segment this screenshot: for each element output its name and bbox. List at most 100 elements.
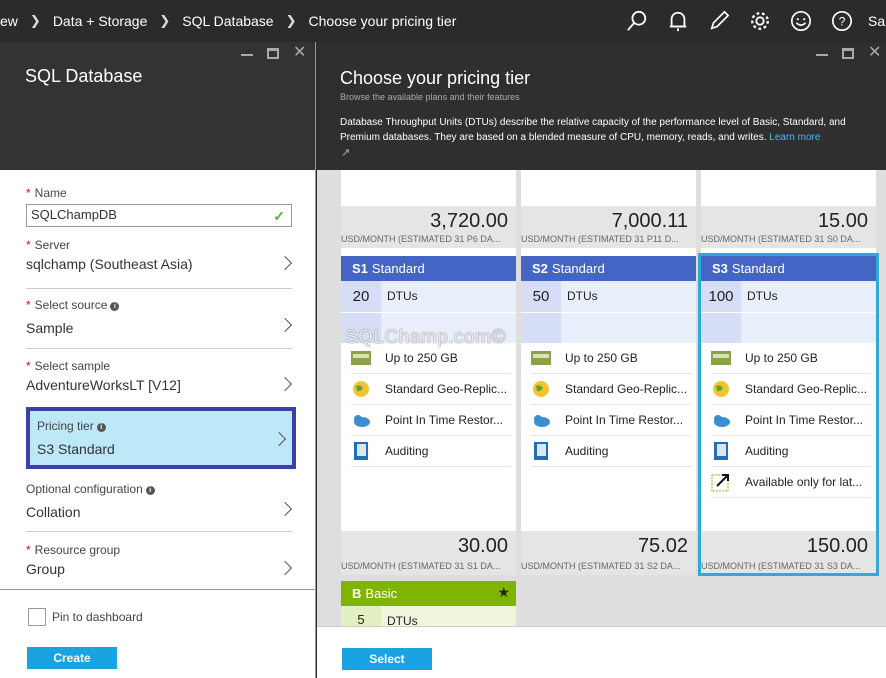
breadcrumb-item-data-storage[interactable]: Data + Storage xyxy=(53,13,148,29)
settings-gear-icon[interactable] xyxy=(739,0,780,42)
storage-icon xyxy=(711,348,731,368)
auditing-book-icon xyxy=(531,441,551,461)
pricing-card-s3[interactable]: 15.00 USD/MONTH (ESTIMATED 31 S0 DA... S… xyxy=(701,170,876,575)
pricing-card-basic[interactable]: B Basic ★ 5 DTUs xyxy=(341,581,516,626)
dtu-value: 20 xyxy=(341,281,381,312)
name-label: * Name xyxy=(26,186,67,200)
minimize-icon[interactable] xyxy=(816,46,828,56)
name-input[interactable]: SQLChampDB ✓ xyxy=(26,204,292,227)
tier-header: B Basic ★ xyxy=(341,581,516,606)
dtu-description: Database Throughput Units (DTUs) describ… xyxy=(340,117,846,143)
tier-header: S2 Standard xyxy=(521,256,696,281)
cloud-restore-icon xyxy=(531,410,551,430)
blade-header: SQL Database ✕ xyxy=(0,42,315,170)
breadcrumb-item-browse[interactable]: ew xyxy=(0,13,18,29)
watermark: SQLChamp.com© xyxy=(345,327,506,348)
pin-label: Pin to dashboard xyxy=(52,610,143,624)
feature-auditing: Auditing xyxy=(711,436,871,467)
user-account[interactable]: Sa xyxy=(862,13,886,29)
dtu-label: DTUs xyxy=(387,289,418,303)
info-icon[interactable]: i xyxy=(145,486,155,495)
name-field: * Name SQLChampDB ✓ xyxy=(26,186,292,227)
close-icon[interactable]: ✕ xyxy=(868,45,881,61)
cloud-restore-icon xyxy=(711,410,731,430)
info-icon[interactable]: i xyxy=(110,302,120,311)
blade-title: Choose your pricing tier xyxy=(340,68,531,88)
select-sample-selector[interactable]: * Select sample AdventureWorksLT [V12] xyxy=(26,359,293,393)
price-unit: USD/MONTH (ESTIMATED 31 S3 DA... xyxy=(701,561,861,571)
resource-group-selector[interactable]: * Resource group Group xyxy=(26,543,293,577)
feature-auditing: Auditing xyxy=(531,436,691,467)
pricing-card-s1[interactable]: 3,720.00 USD/MONTH (ESTIMATED 31 P6 DA..… xyxy=(341,170,516,575)
breadcrumb-separator-icon: ❯ xyxy=(29,13,41,28)
feature-point-in-time-restore: Point In Time Restor... xyxy=(711,405,871,436)
dtu-label: DTUs xyxy=(567,289,598,303)
breadcrumb-separator-icon: ❯ xyxy=(285,13,297,28)
resource-group-value: Group xyxy=(26,561,65,577)
create-button[interactable]: Create xyxy=(27,647,117,669)
dtu-value: 100 xyxy=(701,281,741,312)
select-source-selector[interactable]: * Select source i Sample xyxy=(26,298,293,336)
price-unit: USD/MONTH (ESTIMATED 31 S0 DA... xyxy=(701,234,861,244)
server-value: sqlchamp (Southeast Asia) xyxy=(26,256,193,272)
recommended-star-icon: ★ xyxy=(497,584,510,600)
feature-geo-replication: Standard Geo-Replic... xyxy=(351,374,511,405)
optional-configuration-selector[interactable]: Optional configuration i Collation xyxy=(26,482,293,520)
globe-icon xyxy=(351,379,371,399)
price-value: 7,000.11 xyxy=(611,210,688,232)
sql-database-blade: SQL Database ✕ * Name SQLChampDB ✓ * Serve… xyxy=(0,42,316,678)
minimize-icon[interactable] xyxy=(241,46,253,56)
dtu-value: 50 xyxy=(521,281,561,312)
maximize-icon[interactable] xyxy=(267,48,279,59)
edit-pencil-icon[interactable] xyxy=(698,0,739,42)
price-unit: USD/MONTH (ESTIMATED 31 S2 DA... xyxy=(521,561,681,571)
breadcrumb-item-sql-database[interactable]: SQL Database xyxy=(182,13,273,29)
valid-check-icon: ✓ xyxy=(273,208,285,224)
maximize-icon[interactable] xyxy=(842,48,854,59)
storage-icon xyxy=(531,348,551,368)
price-value: 75.02 xyxy=(637,535,688,557)
feature-geo-replication: Standard Geo-Replic... xyxy=(711,374,871,405)
server-selector[interactable]: * Server sqlchamp (Southeast Asia) xyxy=(26,238,293,272)
dtu-label: DTUs xyxy=(747,289,778,303)
pricing-tier-blade: Choose your pricing tier Browse the avai… xyxy=(317,42,886,678)
price-value: 30.00 xyxy=(457,535,508,557)
price-value: 3,720.00 xyxy=(430,210,508,232)
feedback-smiley-icon[interactable] xyxy=(780,0,821,42)
feature-point-in-time-restore: Point In Time Restor... xyxy=(531,405,691,436)
feature-point-in-time-restore: Point In Time Restor... xyxy=(351,405,511,436)
globe-icon xyxy=(531,379,551,399)
select-button[interactable]: Select xyxy=(342,648,432,670)
pricing-card-s2[interactable]: 7,000.11 USD/MONTH (ESTIMATED 31 P11 D..… xyxy=(521,170,696,575)
pricing-tier-value: S3 Standard xyxy=(37,441,115,457)
breadcrumb-item-pricing-tier[interactable]: Choose your pricing tier xyxy=(309,13,457,29)
upgrade-arrow-icon xyxy=(711,472,731,492)
external-link-icon[interactable]: ↗ xyxy=(341,146,350,159)
divider xyxy=(26,531,292,532)
feature-geo-replication: Standard Geo-Replic... xyxy=(531,374,691,405)
tier-header: S1 Standard xyxy=(341,256,516,281)
help-icon[interactable]: ? xyxy=(821,0,862,42)
feature-auditing: Auditing xyxy=(351,436,511,467)
breadcrumb-separator-icon: ❯ xyxy=(159,13,171,28)
auditing-book-icon xyxy=(711,441,731,461)
dtu-label: DTUs xyxy=(387,614,418,626)
learn-more-link[interactable]: Learn more xyxy=(769,132,820,143)
auditing-book-icon xyxy=(351,441,371,461)
feature-storage: Up to 250 GB xyxy=(711,343,871,374)
svg-text:?: ? xyxy=(838,15,845,29)
price-unit: USD/MONTH (ESTIMATED 31 P11 D... xyxy=(521,234,679,244)
tier-header: S3 Standard xyxy=(701,256,876,281)
notification-bell-icon[interactable] xyxy=(657,0,698,42)
cloud-restore-icon xyxy=(351,410,371,430)
pricing-tier-selector[interactable]: Pricing tier i S3 Standard xyxy=(26,407,296,469)
search-icon[interactable] xyxy=(616,0,657,42)
divider xyxy=(26,288,292,289)
pin-checkbox[interactable] xyxy=(28,608,46,626)
feature-latest-version: Available only for lat... xyxy=(711,467,871,498)
close-icon[interactable]: ✕ xyxy=(293,45,306,61)
breadcrumb: ew ❯ Data + Storage ❯ SQL Database ❯ Cho… xyxy=(0,13,456,29)
info-icon[interactable]: i xyxy=(96,423,106,432)
pin-to-dashboard[interactable]: Pin to dashboard xyxy=(28,608,143,626)
top-bar: ew ❯ Data + Storage ❯ SQL Database ❯ Cho… xyxy=(0,0,886,42)
